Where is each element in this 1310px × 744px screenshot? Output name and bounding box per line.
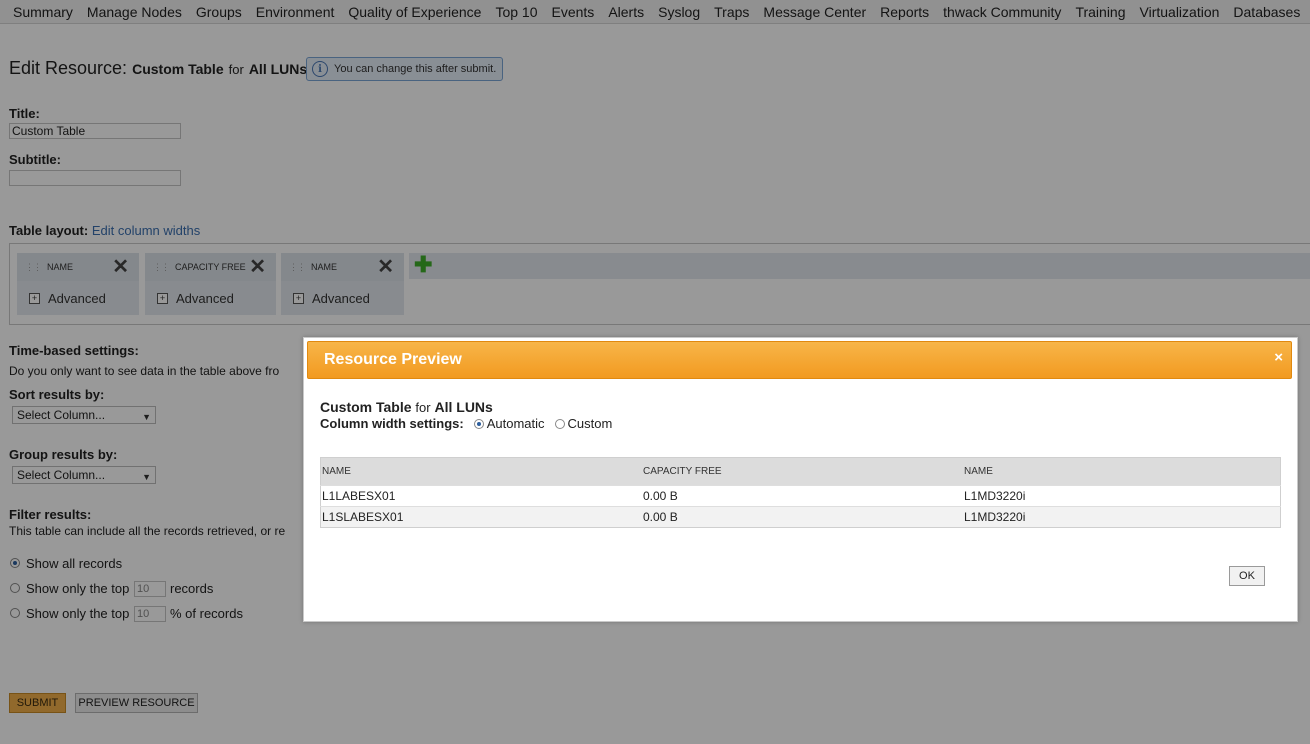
width-custom-option[interactable]: Custom — [554, 416, 613, 431]
table-cell: L1MD3220i — [963, 485, 1281, 507]
table-header-row: NAME CAPACITY FREE NAME — [320, 457, 1281, 486]
column-width-label: Column width settings: — [320, 416, 464, 431]
table-cell: L1LABESX01 — [320, 485, 642, 507]
resource-preview-dialog: Resource Preview × Custom Table for All … — [303, 337, 1298, 622]
preview-resource-title: Custom Table — [320, 399, 412, 415]
column-width-settings: Column width settings: Automatic Custom — [320, 416, 622, 431]
table-row: L1LABESX01 0.00 B L1MD3220i — [320, 485, 1281, 507]
ok-button[interactable]: OK — [1229, 566, 1265, 586]
width-automatic-option[interactable]: Automatic — [473, 416, 545, 431]
preview-resource-name: Custom Table for All LUNs — [320, 399, 493, 415]
table-header: NAME — [963, 457, 1281, 486]
table-cell: 0.00 B — [642, 485, 963, 507]
width-automatic-label: Automatic — [486, 416, 545, 431]
width-custom-radio[interactable] — [554, 418, 565, 429]
preview-resource-for: for — [415, 400, 431, 415]
table-cell: 0.00 B — [642, 506, 963, 528]
table-cell: L1SLABESX01 — [320, 506, 642, 528]
table-row: L1SLABESX01 0.00 B L1MD3220i — [320, 506, 1281, 528]
table-cell: L1MD3220i — [963, 506, 1281, 528]
preview-table: NAME CAPACITY FREE NAME L1LABESX01 0.00 … — [320, 457, 1281, 528]
table-header: CAPACITY FREE — [642, 457, 963, 486]
close-icon[interactable]: × — [1274, 349, 1283, 366]
dialog-titlebar: Resource Preview × — [307, 341, 1292, 379]
width-automatic-radio[interactable] — [473, 418, 484, 429]
width-custom-label: Custom — [567, 416, 613, 431]
table-header: NAME — [320, 457, 642, 486]
preview-resource-scope: All LUNs — [434, 399, 493, 415]
dialog-title: Resource Preview — [324, 351, 462, 368]
